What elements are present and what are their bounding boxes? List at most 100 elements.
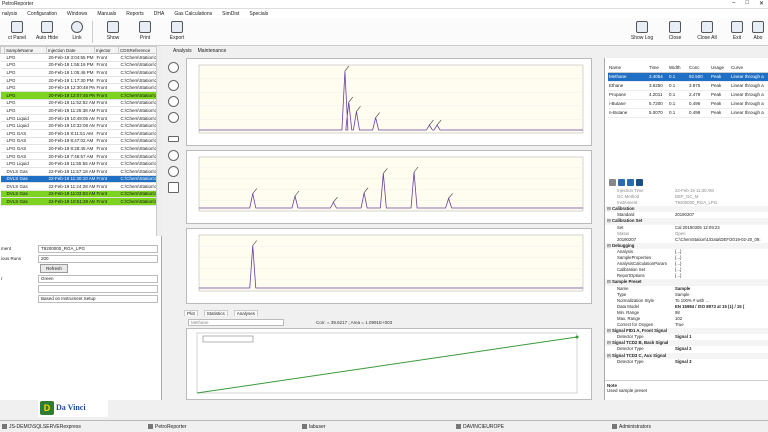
- table-row[interactable]: LPG 20-Feb-19 11:52:52 AM Front C:\Chem\Sta…: [0, 99, 157, 108]
- column-header-samplename[interactable]: SampleName: [4, 46, 47, 54]
- link-button[interactable]: Link: [60, 20, 94, 44]
- menu-windows[interactable]: Windows: [67, 11, 87, 17]
- menu-dha[interactable]: DHA: [154, 11, 165, 17]
- alphabetical-icon[interactable]: [618, 179, 625, 186]
- refresh-button[interactable]: Refresh: [40, 264, 68, 273]
- table-row[interactable]: LPG Liquid 20-Feb-19 10:32:08 AM Front C:\C…: [0, 121, 157, 130]
- window-close-button[interactable]: ✕: [759, 0, 764, 7]
- tab-plot[interactable]: Plot: [184, 309, 198, 316]
- component-row[interactable]: Methane 3.4054 0.1 92.500 Peak Linear through…: [608, 72, 768, 82]
- stopwatch-icon[interactable]: [168, 166, 179, 177]
- collapse-icon[interactable]: ⊟: [607, 243, 611, 249]
- table-row[interactable]: LPG GAS 20-Feb-19 7:46:57 AM Front C:\Chem\…: [0, 152, 157, 161]
- menu-gas-calculations[interactable]: Gas Calculations: [174, 11, 212, 17]
- about-button[interactable]: Abo: [748, 20, 768, 44]
- collapse-icon[interactable]: ⊟: [607, 279, 611, 285]
- show-button[interactable]: Show: [96, 20, 130, 44]
- properties-icon[interactable]: [627, 179, 634, 186]
- table-row[interactable]: LPG GAS 20-Feb-19 8:47:02 AM Front C:\Chem\…: [0, 137, 157, 146]
- table-row[interactable]: LPG 20-Feb-19 12:30:48 PM Front C:\Chem\Sta…: [0, 83, 157, 92]
- color-select[interactable]: Green: [38, 275, 158, 283]
- component-row[interactable]: Propane 4.2011 0.1 2.479 Peak Linear through …: [608, 90, 768, 100]
- column-header-curve[interactable]: Curve: [730, 64, 768, 73]
- zoom-in-icon[interactable]: [168, 80, 179, 91]
- table-row[interactable]: LPG 20-Feb-19 1:05:46 PM Front C:\Chem\Stat…: [0, 68, 157, 77]
- previous-runs-field[interactable]: 200: [38, 255, 158, 263]
- menu-configuration[interactable]: Configuration: [27, 11, 57, 17]
- menu-specials[interactable]: Specials: [249, 11, 268, 17]
- zoom-out-icon[interactable]: [168, 96, 179, 107]
- component-select[interactable]: Methane: [188, 319, 284, 326]
- table-row[interactable]: LPG 20-Feb-19 3:04:55 PM Front C:\Chem\Stat…: [0, 53, 157, 62]
- table-cell: Front: [94, 68, 119, 77]
- close-button[interactable]: Close: [658, 20, 692, 44]
- component-row[interactable]: n-Butane 5.0070 0.1 0.499 Peak Linear through…: [608, 108, 768, 118]
- categorized-icon[interactable]: [609, 179, 616, 186]
- export-button[interactable]: Export: [160, 20, 194, 44]
- tab-statistics[interactable]: Statistics: [203, 309, 228, 316]
- table-cell: 3.4054: [648, 72, 668, 82]
- table-row[interactable]: LPG Liquid 20-Feb-19 11:55:55 AM Front C:\C…: [0, 159, 157, 168]
- method-select[interactable]: Based on Instrument Setup: [38, 295, 158, 303]
- collapse-icon[interactable]: ⊟: [607, 206, 611, 212]
- sample-table-scrollbar[interactable]: [156, 46, 162, 236]
- print-button[interactable]: Print: [128, 20, 162, 44]
- component-row[interactable]: Ethane 3.6250 0.1 3.975 Peak Linear through a: [608, 81, 768, 91]
- collapse-icon[interactable]: ⊟: [607, 340, 611, 346]
- blank-field[interactable]: [38, 285, 158, 293]
- component-row[interactable]: i-Butane 5.7200 0.1 0.496 Peak Linear through…: [608, 99, 768, 109]
- column-header-name[interactable]: Name: [608, 64, 648, 73]
- collapse-icon[interactable]: ⊟: [607, 218, 611, 224]
- column-header-time[interactable]: Time: [648, 64, 668, 73]
- property-row[interactable]: Detector Type Signal 3: [605, 359, 768, 365]
- column-header-width[interactable]: Width: [668, 64, 688, 73]
- auto-hide-button[interactable]: Auto Hide: [30, 20, 64, 44]
- table-row[interactable]: DVLS Gas 22-Feb-19 11:30:10 AM Front C:\Che…: [0, 175, 157, 184]
- table-row[interactable]: DVLS Gas 22-Feb-19 11:57:18 AM Front C:\Che…: [0, 167, 157, 176]
- table-row[interactable]: DVLS Gas 22-Feb-19 11:24:28 AM Front C:\Che…: [0, 182, 157, 191]
- events-icon[interactable]: [636, 179, 643, 186]
- column-header-conc[interactable]: Conc: [688, 64, 710, 73]
- table-row[interactable]: LPG 20-Feb-19 1:55:16 PM Front C:\Chem\Stat…: [0, 61, 157, 70]
- crosshair-icon[interactable]: [168, 150, 179, 161]
- zoom-fit-icon[interactable]: [168, 112, 179, 123]
- tab-analyses[interactable]: Analyses: [233, 309, 259, 316]
- collapse-icon[interactable]: ⊟: [607, 353, 611, 359]
- plot-tabs: Plot Statistics Analyses: [184, 308, 384, 317]
- menu-analysis[interactable]: nalysis: [2, 11, 17, 17]
- menu-simdist[interactable]: SimDist: [222, 11, 239, 17]
- table-cell: Front: [94, 159, 119, 168]
- close-all-button[interactable]: Close All: [690, 20, 724, 44]
- collapse-icon[interactable]: ⊟: [607, 328, 611, 334]
- maximize-button[interactable]: □: [745, 0, 749, 7]
- table-row[interactable]: DVLS Gas 22-Feb-19 10:51:28 AM Front C:\Che…: [0, 197, 157, 206]
- column-header-usage[interactable]: Usage: [710, 64, 730, 73]
- table-row[interactable]: LPG 20-Feb-19 11:25:38 AM Front C:\Chem\Sta…: [0, 106, 157, 115]
- select-panel-button[interactable]: ct Panel: [0, 20, 34, 44]
- menu-reports[interactable]: Reports: [126, 11, 144, 17]
- column-header-injector[interactable]: Injector: [94, 46, 119, 54]
- tab-analysis[interactable]: Analysis: [173, 48, 192, 54]
- chromatogram-fid[interactable]: [186, 58, 592, 146]
- tab-maintenance[interactable]: Maintenance: [198, 48, 227, 54]
- menu-manuals[interactable]: Manuals: [97, 11, 116, 17]
- table-row[interactable]: LPG 20-Feb-19 12:07:46 PM Front C:\Chem\Sta…: [0, 91, 157, 100]
- calibration-plot[interactable]: [186, 328, 592, 400]
- chromatogram-tcd-aux[interactable]: [186, 228, 592, 304]
- baseline-icon[interactable]: [168, 136, 179, 142]
- table-row[interactable]: DVLS Gas 22-Feb-19 11:03:03 AM Front C:\Che…: [0, 190, 157, 199]
- table-cell: Front: [94, 91, 119, 100]
- property-key: Set: [617, 224, 624, 230]
- table-row[interactable]: LPG Liquid 20-Feb-19 10:49:05 AM Front C:\C…: [0, 114, 157, 123]
- flask-icon[interactable]: [168, 182, 179, 193]
- minimize-button[interactable]: –: [732, 0, 735, 7]
- table-row[interactable]: LPG GAS 20-Feb-19 8:28:45 AM Front C:\Chem\…: [0, 144, 157, 153]
- show-log-button[interactable]: Show Log: [625, 20, 659, 44]
- chromatogram-tcd-back[interactable]: [186, 150, 592, 224]
- pan-icon[interactable]: [168, 62, 179, 73]
- column-header-injection-date[interactable]: Injection Date: [46, 46, 95, 54]
- table-row[interactable]: LPG 20-Feb-19 1:17:30 PM Front C:\Chem\Stat…: [0, 76, 157, 85]
- column-header-cdsreference[interactable]: CDSReference: [118, 46, 157, 54]
- table-row[interactable]: LPG GAS 20-Feb-19 8:11:51 AM Front C:\Chem\…: [0, 129, 157, 138]
- instrument-field[interactable]: T9200000_RGA_LPG: [38, 245, 158, 253]
